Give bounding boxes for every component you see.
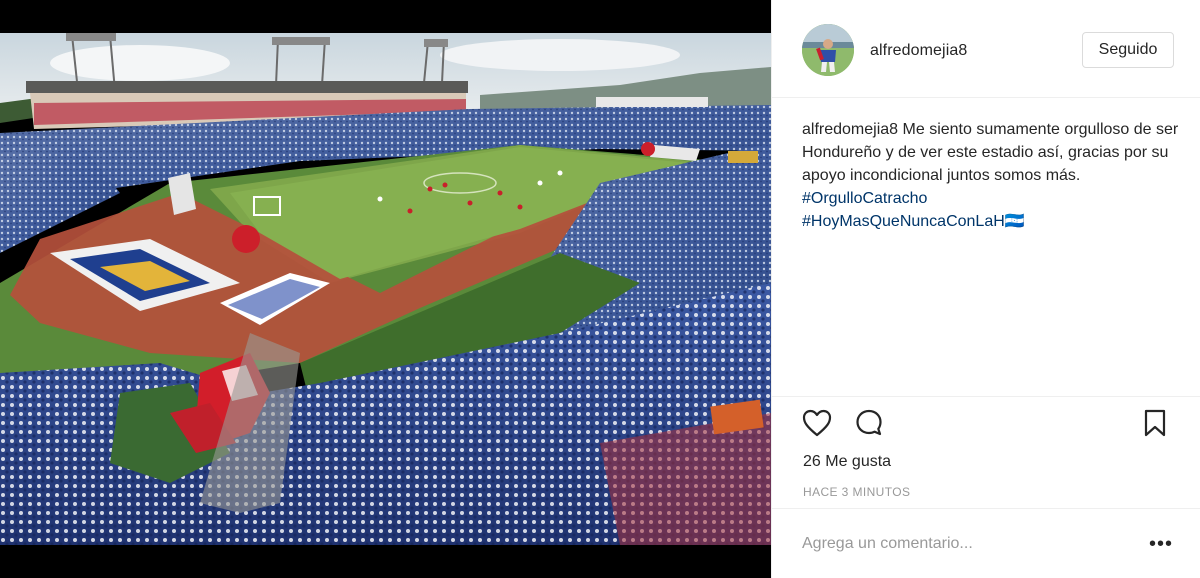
instagram-post: alfredomejia8 Seguido alfredomejia8 Me s…: [0, 0, 1200, 578]
like-button[interactable]: [800, 406, 834, 440]
post-header: alfredomejia8 Seguido: [772, 0, 1200, 98]
post-photo[interactable]: [0, 33, 771, 545]
comment-bar: •••: [772, 508, 1200, 578]
avatar-image: [802, 24, 854, 76]
comment-bubble-icon: [856, 409, 882, 436]
media-pane: [0, 0, 771, 578]
hashtag-link[interactable]: #HoyMasQueNuncaConLaH🇭🇳: [802, 210, 1187, 233]
hashtag-link[interactable]: #OrgulloCatracho: [802, 187, 1187, 210]
following-button[interactable]: Seguido: [1082, 32, 1174, 68]
post-side-pane: alfredomejia8 Seguido alfredomejia8 Me s…: [771, 0, 1200, 578]
likes-count[interactable]: 26 Me gusta: [803, 453, 891, 471]
post-username[interactable]: alfredomejia8: [870, 42, 967, 60]
more-options-button[interactable]: •••: [1146, 529, 1176, 559]
post-caption: alfredomejia8 Me siento sumamente orgull…: [802, 118, 1187, 233]
ellipsis-icon: •••: [1148, 532, 1173, 555]
heart-icon: [802, 409, 832, 437]
stadium-photo: [0, 33, 771, 545]
post-timestamp: HACE 3 MINUTOS: [803, 485, 911, 499]
save-button[interactable]: [1138, 406, 1172, 440]
bookmark-icon: [1144, 409, 1166, 437]
comment-input[interactable]: [802, 533, 1122, 555]
avatar[interactable]: [802, 24, 854, 76]
comment-button[interactable]: [852, 406, 886, 440]
caption-username[interactable]: alfredomejia8: [802, 121, 898, 138]
